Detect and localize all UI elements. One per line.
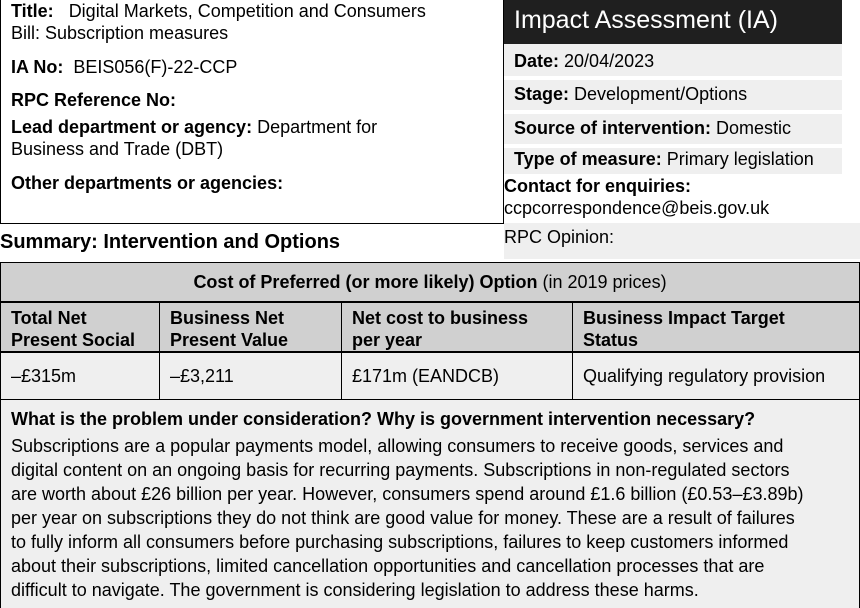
stage-value: Development/Options	[574, 84, 748, 104]
rpc-reference-row: RPC Reference No:	[11, 89, 496, 111]
problem-line: about their subscriptions, limited cance…	[11, 556, 765, 576]
cost-heading-rest: (in 2019 prices)	[537, 272, 667, 292]
source-value: Domestic	[716, 118, 792, 138]
source-of-intervention-field: Source of intervention: Domestic	[504, 114, 842, 144]
header-line: Business Net	[170, 308, 285, 328]
problem-line: to fully inform all consumers before pur…	[11, 532, 789, 552]
problem-question: What is the problem under consideration?…	[11, 409, 756, 429]
column-header-business-net-present-value: Business Net Present Value	[159, 302, 342, 352]
title-value-line2: Bill: Subscription measures	[11, 23, 229, 43]
impact-assessment-header: Impact Assessment (IA)	[504, 0, 842, 44]
rpc-reference-label: RPC Reference No:	[11, 90, 177, 110]
cell-business-impact-target-status: Qualifying regulatory provision	[572, 352, 860, 400]
lead-department-label: Lead department or agency:	[11, 117, 253, 137]
date-value: 20/04/2023	[564, 51, 655, 71]
other-departments-row: Other departments or agencies:	[11, 172, 496, 194]
header-line: Present Social	[11, 330, 136, 350]
type-of-measure-field: Type of measure: Primary legislation	[504, 148, 842, 174]
title-value-line1: Digital Markets, Competition and Consume…	[68, 1, 426, 21]
cell-net-cost-per-year: £171m (EANDCB)	[341, 352, 573, 400]
problem-text: Subscriptions are a popular payments mod…	[11, 434, 856, 602]
other-departments-label: Other departments or agencies:	[11, 173, 284, 193]
column-header-business-impact-target: Business Impact Target Status	[572, 302, 860, 352]
type-label: Type of measure:	[514, 149, 662, 169]
header-line: Total Net	[11, 308, 87, 328]
header-line: Net cost to business	[352, 308, 529, 328]
column-header-net-cost-per-year: Net cost to business per year	[341, 302, 573, 352]
problem-line: per year on subscriptions they do not th…	[11, 508, 795, 528]
type-value: Primary legislation	[666, 149, 814, 169]
ia-no-value: BEIS056(F)-22-CCP	[73, 57, 238, 77]
problem-line: difficult to navigate. The government is…	[11, 580, 699, 600]
rpc-opinion-field: RPC Opinion:	[504, 223, 860, 259]
cell-total-net-present-social: –£315m	[0, 352, 160, 400]
lead-department-value-b: Business and Trade (DBT)	[11, 139, 224, 159]
lead-department-row: Lead department or agency: Department fo…	[11, 116, 496, 160]
title-row: Title: Digital Markets, Competition and …	[11, 0, 496, 44]
header-line: Business Impact Target	[583, 308, 785, 328]
stage-field: Stage: Development/Options	[504, 80, 842, 110]
lead-department-value-a: Department for	[257, 117, 378, 137]
header-line: Status	[583, 330, 639, 350]
cost-table: Cost of Preferred (or more likely) Optio…	[0, 262, 860, 400]
header-line: Present Value	[170, 330, 289, 350]
document-info-box: Title: Digital Markets, Competition and …	[0, 0, 504, 224]
ia-no-row: IA No: BEIS056(F)-22-CCP	[11, 56, 496, 78]
problem-line: Subscriptions are a popular payments mod…	[11, 436, 784, 456]
problem-line: digital content on an ongoing basis for …	[11, 460, 790, 480]
cost-table-heading: Cost of Preferred (or more likely) Optio…	[0, 262, 860, 302]
title-label: Title:	[11, 1, 54, 21]
cell-business-net-present-value: –£3,211	[159, 352, 342, 400]
contact-label: Contact for enquiries:	[504, 176, 692, 196]
column-header-total-net-present-social: Total Net Present Social	[0, 302, 160, 352]
problem-section: What is the problem under consideration?…	[0, 400, 860, 608]
ia-no-label: IA No:	[11, 57, 64, 77]
header-line: per year	[352, 330, 423, 350]
source-label: Source of intervention:	[514, 118, 712, 138]
problem-line: are worth about £26 billion per year. Ho…	[11, 484, 804, 504]
cost-heading-bold: Cost of Preferred (or more likely) Optio…	[193, 272, 538, 292]
stage-label: Stage:	[514, 84, 570, 104]
contact-email: ccpcorrespondence@beis.gov.uk	[504, 198, 770, 218]
summary-title: Summary: Intervention and Options	[0, 231, 341, 253]
contact-field: Contact for enquiries: ccpcorrespondence…	[504, 175, 860, 219]
date-field: Date: 20/04/2023	[504, 44, 842, 76]
date-label: Date:	[514, 51, 560, 71]
